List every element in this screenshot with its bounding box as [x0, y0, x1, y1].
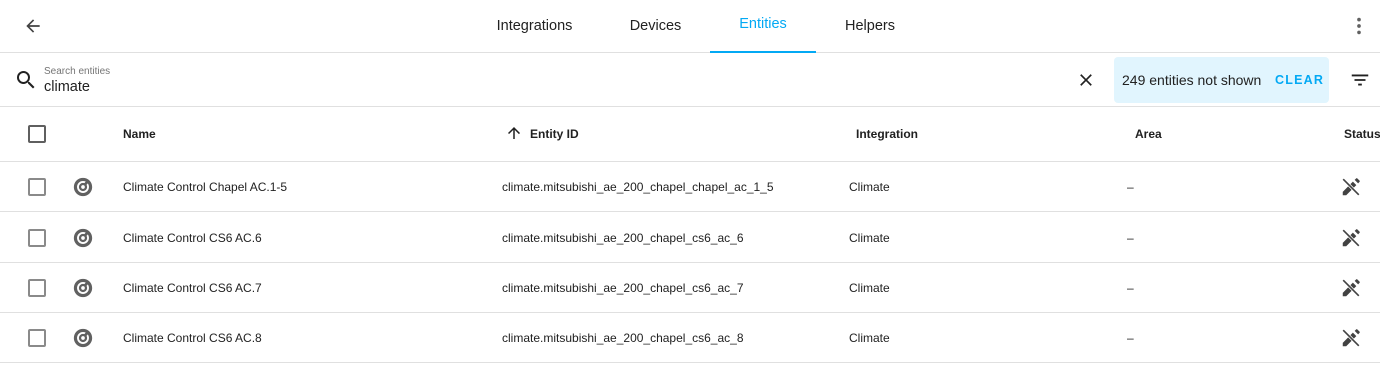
tab-helpers[interactable]: Helpers	[816, 0, 924, 52]
row-integration: Climate	[849, 281, 890, 295]
tab-devices[interactable]: Devices	[601, 0, 710, 52]
column-header-name[interactable]: Name	[123, 127, 156, 141]
top-app-bar: Integrations Devices Entities Helpers	[0, 0, 1380, 53]
row-name: Climate Control Chapel AC.1-5	[123, 180, 288, 194]
row-checkbox[interactable]	[28, 178, 46, 196]
search-bar: Search entities climate 249 entities not…	[0, 53, 1380, 107]
thermostat-icon	[73, 328, 93, 348]
tab-entities-label: Entities	[739, 16, 787, 32]
tab-integrations-label: Integrations	[496, 18, 573, 34]
search-label: Search entities	[44, 66, 111, 77]
row-integration: Climate	[849, 231, 890, 245]
arrow-up-icon[interactable]	[505, 124, 523, 142]
search-input[interactable]: climate	[44, 79, 90, 95]
pencil-off-icon	[1342, 229, 1360, 247]
column-header-integration[interactable]: Integration	[856, 127, 918, 141]
filter-button[interactable]	[1347, 68, 1373, 92]
thermostat-icon	[73, 177, 93, 197]
table-row[interactable]: Climate Control CS6 AC.8 climate.mitsubi…	[0, 313, 1380, 363]
thermostat-icon	[73, 228, 93, 248]
row-entity-id: climate.mitsubishi_ae_200_chapel_cs6_ac_…	[502, 281, 744, 295]
row-area: –	[1127, 331, 1134, 345]
back-button[interactable]	[20, 13, 46, 39]
table-header: Name Entity ID Integration Area Status	[0, 107, 1380, 162]
hidden-entities-text: 249 entities not shown	[1122, 72, 1262, 88]
hidden-entities-notice: 249 entities not shown CLEAR	[1114, 57, 1329, 103]
pencil-off-icon	[1342, 329, 1360, 347]
config-tabs: Integrations Devices Entities Helpers	[468, 0, 924, 53]
arrow-left-icon	[26, 19, 40, 33]
clear-search-button[interactable]	[1074, 68, 1098, 92]
dots-vertical-icon	[1357, 17, 1361, 35]
table-row[interactable]: Climate Control Chapel AC.1-5 climate.mi…	[0, 162, 1380, 212]
row-integration: Climate	[849, 331, 890, 345]
search-icon	[17, 71, 35, 89]
row-checkbox[interactable]	[28, 229, 46, 247]
row-integration: Climate	[849, 180, 890, 194]
overflow-menu-button[interactable]	[1346, 13, 1372, 39]
row-area: –	[1127, 180, 1134, 194]
row-entity-id: climate.mitsubishi_ae_200_chapel_cs6_ac_…	[502, 231, 744, 245]
column-header-entity-id[interactable]: Entity ID	[530, 127, 579, 141]
row-entity-id: climate.mitsubishi_ae_200_chapel_cs6_ac_…	[502, 331, 744, 345]
tab-helpers-label: Helpers	[845, 18, 895, 34]
tab-devices-label: Devices	[629, 18, 682, 34]
row-area: –	[1127, 281, 1134, 295]
row-checkbox[interactable]	[28, 279, 46, 297]
row-name: Climate Control CS6 AC.8	[123, 331, 262, 345]
row-entity-id: climate.mitsubishi_ae_200_chapel_chapel_…	[502, 180, 774, 194]
tab-integrations[interactable]: Integrations	[468, 0, 601, 52]
row-checkbox[interactable]	[28, 329, 46, 347]
row-area: –	[1127, 231, 1134, 245]
row-name: Climate Control CS6 AC.6	[123, 231, 262, 245]
column-header-area[interactable]: Area	[1135, 127, 1162, 141]
tab-entities[interactable]: Entities	[710, 0, 816, 53]
table-row[interactable]: Climate Control CS6 AC.6 climate.mitsubi…	[0, 213, 1380, 263]
filter-icon	[1351, 74, 1369, 86]
close-icon	[1080, 74, 1092, 86]
thermostat-icon	[73, 278, 93, 298]
clear-filter-button[interactable]: CLEAR	[1275, 73, 1324, 87]
pencil-off-icon	[1342, 279, 1360, 297]
row-name: Climate Control CS6 AC.7	[123, 281, 262, 295]
select-all-checkbox[interactable]	[28, 125, 46, 143]
column-header-status[interactable]: Status	[1344, 127, 1380, 141]
table-row[interactable]: Climate Control CS6 AC.7 climate.mitsubi…	[0, 263, 1380, 313]
pencil-off-icon	[1342, 178, 1360, 196]
